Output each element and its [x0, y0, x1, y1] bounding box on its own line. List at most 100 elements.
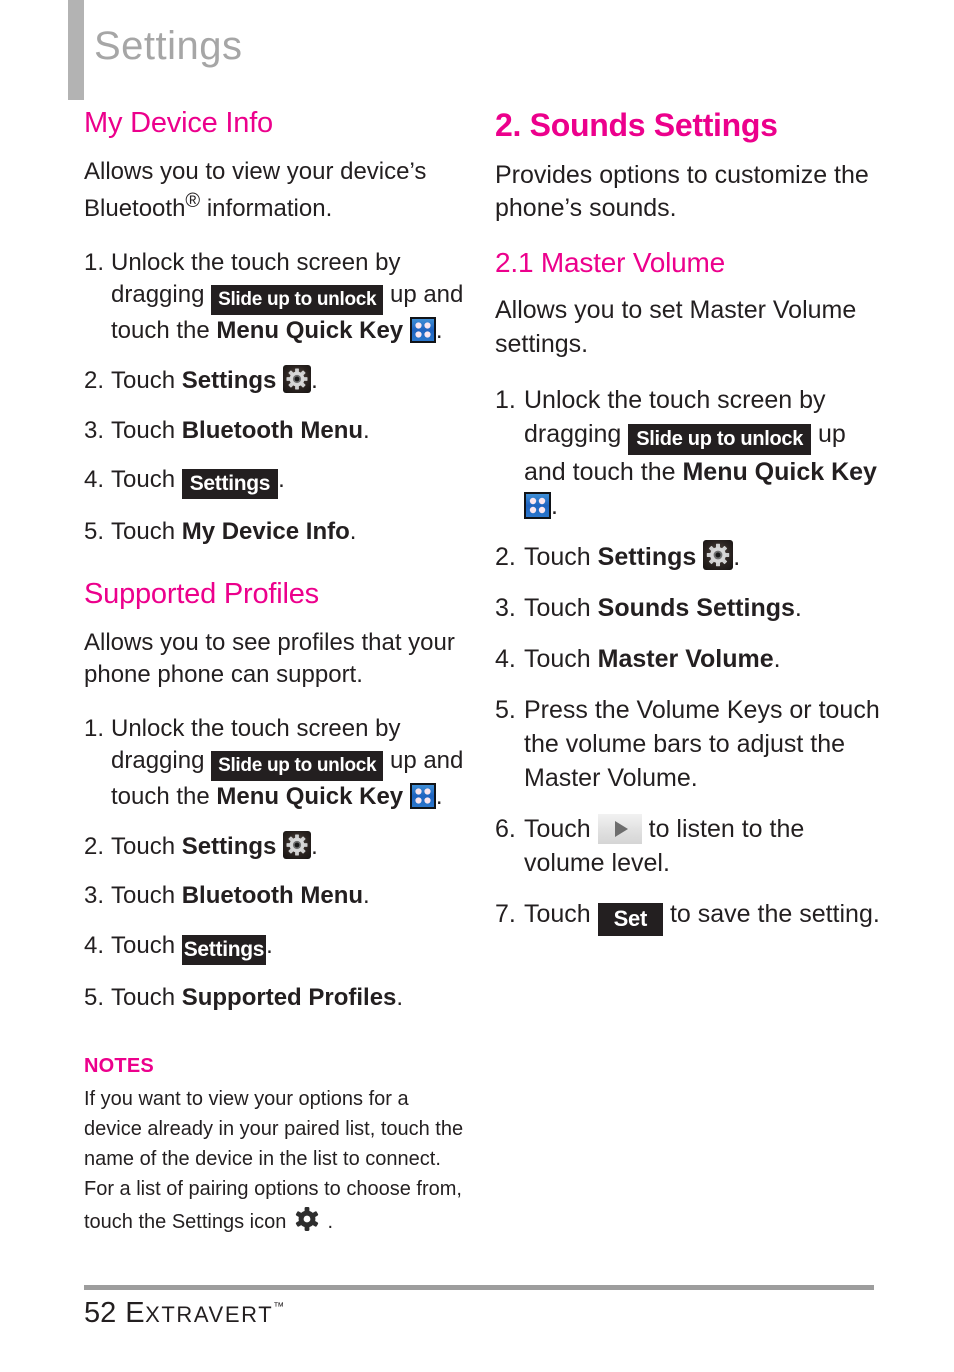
step-bold-term: Settings	[181, 366, 277, 394]
steps-supported-profiles: 1. Unlock the touch screen by dragging Sl…	[84, 713, 469, 1015]
heading-supported-profiles: Supported Profiles	[84, 577, 319, 610]
brand-remainder: XTRAVERT	[145, 1302, 274, 1327]
step-text-3: .	[435, 783, 443, 811]
list-item: 7. Touch Set to save the setting.	[495, 897, 890, 936]
heading-my-device-info: My Device Info	[84, 107, 273, 139]
list-item: 4. Touch Settings.	[84, 930, 469, 966]
step-number: 2.	[84, 832, 105, 860]
menu-quick-key-icon[interactable]	[409, 317, 436, 344]
step-text-2: to save the setting.	[663, 899, 880, 928]
list-item: 3. Touch Bluetooth Menu.	[84, 415, 469, 448]
step-text: Touch	[524, 542, 598, 571]
step-text-3: .	[794, 593, 802, 622]
step-bold-term: Bluetooth Menu	[181, 416, 364, 444]
step-text: Touch	[524, 593, 598, 622]
right-column: 2. Sounds Settings Provides options to c…	[495, 107, 890, 953]
list-item: 4. Touch Settings.	[84, 464, 469, 500]
settings-gear-icon[interactable]	[283, 364, 312, 393]
step-text: Touch	[524, 899, 598, 928]
step-number: 5.	[495, 695, 516, 724]
step-text-3: .	[551, 491, 558, 520]
intro-line-1: Provides options to customize the	[495, 161, 869, 190]
step-bold-term: Menu Quick Key	[682, 457, 877, 486]
sub-intro-line-2: settings.	[495, 329, 589, 358]
brand-name: EXTRAVERT™	[125, 1297, 284, 1329]
sub-intro-line-1: Allows you to set Master Volume	[495, 296, 857, 325]
step-text: Press the Volume Keys or touch the volum…	[524, 695, 880, 792]
step-number: 1.	[84, 714, 105, 742]
step-bold-term: Sounds Settings	[597, 593, 795, 622]
list-item: 5. Touch My Device Info.	[84, 516, 469, 549]
list-item: 2. Touch Settings .	[495, 539, 890, 574]
brand-initial: E	[125, 1297, 146, 1329]
step-number: 5.	[84, 518, 105, 546]
steps-master-volume: 1. Unlock the touch screen by dragging Sl…	[495, 383, 890, 936]
step-number: 1.	[84, 248, 105, 276]
slide-up-to-unlock-badge[interactable]: Slide up to unlock	[628, 423, 812, 455]
settings-badge[interactable]: Settings	[181, 935, 267, 966]
play-button-icon[interactable]	[597, 813, 642, 844]
list-item: 6. Touch to listen to the volume level.	[495, 812, 890, 880]
step-text-3: .	[435, 317, 443, 345]
step-number: 6.	[495, 814, 516, 843]
steps-my-device-info: 1. Unlock the touch screen by dragging Sl…	[84, 247, 469, 549]
step-text: Touch	[111, 984, 182, 1012]
step-bold-term: Bluetooth Menu	[181, 882, 364, 910]
step-number: 4.	[84, 932, 105, 960]
step-text: Touch	[111, 416, 182, 444]
step-text-3: .	[773, 644, 781, 673]
step-text: Touch	[524, 644, 598, 673]
step-number: 1.	[495, 385, 516, 414]
step-number: 4.	[495, 644, 516, 673]
step-bold-term: Master Volume	[597, 644, 774, 673]
settings-gear-icon[interactable]	[703, 539, 734, 570]
page-title: Settings	[94, 24, 243, 68]
set-badge[interactable]: Set	[597, 902, 664, 936]
registered-mark: ®	[185, 189, 201, 212]
step-text: Touch	[111, 366, 182, 394]
step-number: 7.	[495, 899, 516, 928]
notes-block: NOTES If you want to view your options f…	[84, 1055, 469, 1237]
list-item: 3. Touch Bluetooth Menu.	[84, 880, 469, 913]
list-item: 2. Touch Settings .	[84, 830, 469, 864]
list-item: 3. Touch Sounds Settings.	[495, 591, 890, 625]
list-item: 1. Unlock the touch screen by dragging Sl…	[84, 247, 469, 348]
step-number: 3.	[84, 882, 105, 910]
step-text-3: .	[733, 542, 741, 571]
list-item: 1. Unlock the touch screen by dragging Sl…	[495, 383, 890, 523]
list-item: 2. Touch Settings .	[84, 364, 469, 398]
list-item: 4. Touch Master Volume.	[495, 642, 890, 676]
settings-gear-icon[interactable]	[283, 830, 312, 859]
step-number: 4.	[84, 466, 105, 494]
step-text-3: .	[266, 932, 273, 960]
intro-my-device-info: Allows you to view your device’s Bluetoo…	[84, 156, 469, 225]
notes-text-end: .	[321, 1210, 334, 1233]
list-item: 5. Press the Volume Keys or touch the vol…	[495, 693, 890, 795]
manual-page: Settings My Device Info Allows you to vi…	[0, 0, 954, 1372]
menu-quick-key-icon[interactable]	[409, 783, 436, 810]
intro-line-2: phone’s sounds.	[495, 194, 677, 223]
step-text-3: .	[363, 416, 370, 444]
step-number: 2.	[495, 542, 516, 571]
page-number: 52	[84, 1297, 117, 1329]
notes-title: NOTES	[84, 1054, 154, 1077]
slide-up-to-unlock-badge[interactable]: Slide up to unlock	[211, 285, 384, 316]
intro-supported-profiles: Allows you to see profiles that your pho…	[84, 627, 469, 691]
step-bold-term: Menu Quick Key	[216, 317, 404, 345]
step-text: Touch	[111, 832, 182, 860]
step-number: 3.	[495, 593, 516, 622]
settings-gear-plain-icon[interactable]	[292, 1204, 322, 1234]
step-number: 3.	[84, 416, 105, 444]
header-accent-bar	[68, 0, 84, 100]
step-bold-term: My Device Info	[181, 518, 350, 546]
slide-up-to-unlock-badge[interactable]: Slide up to unlock	[211, 751, 384, 782]
settings-badge[interactable]: Settings	[181, 469, 279, 500]
left-column: My Device Info Allows you to view your d…	[84, 107, 469, 1237]
intro-bluetooth-word: Bluetooth	[84, 194, 186, 222]
step-text: Touch	[524, 814, 598, 843]
step-bold-term: Settings	[597, 542, 697, 571]
intro-line-2: phone phone can support.	[84, 660, 363, 688]
menu-quick-key-icon[interactable]	[524, 491, 551, 519]
intro-line-2-rest: information.	[200, 194, 333, 222]
step-bold-term: Supported Profiles	[181, 984, 397, 1012]
